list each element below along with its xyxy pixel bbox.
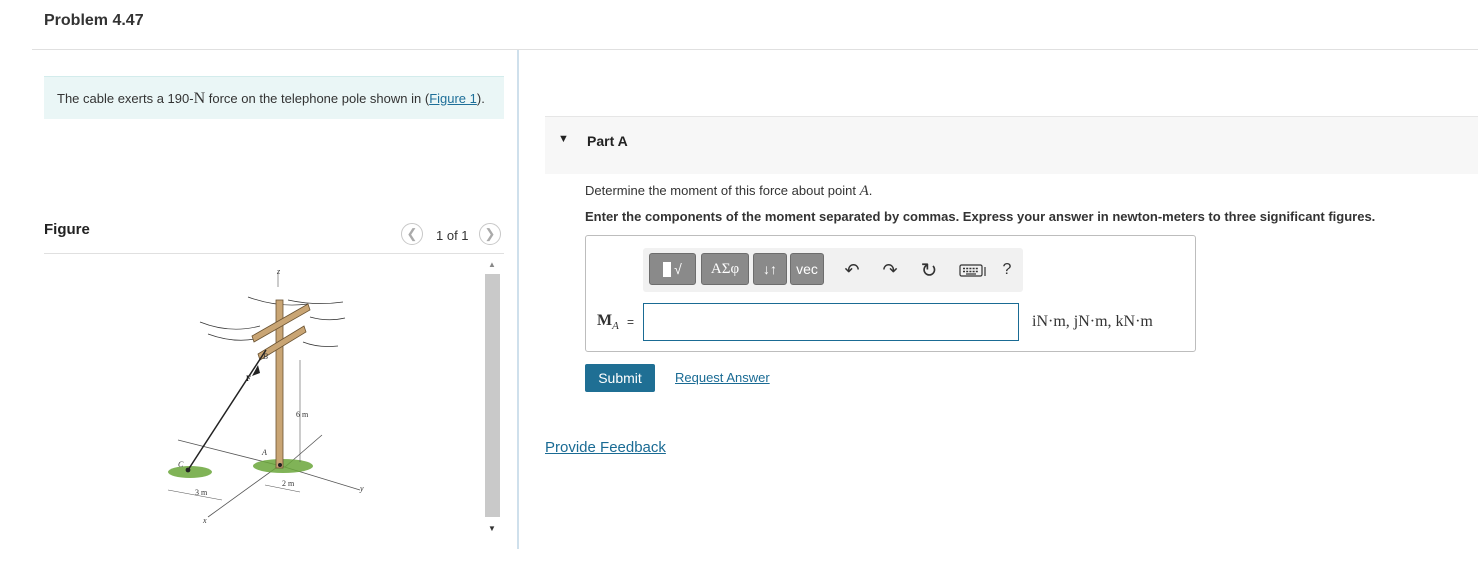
scroll-up-arrow-icon[interactable]: ▲ [484, 257, 500, 271]
point-b-label: B [263, 352, 268, 361]
problem-statement-text: The cable exerts a 190-N force on the te… [57, 90, 485, 108]
redo-icon[interactable]: ↷ [879, 258, 901, 282]
height-dimension-label: 6 m [296, 410, 309, 419]
caret-down-icon[interactable]: ▼ [558, 133, 569, 145]
telephone-pole-figure: z B F A C 6 m 2 m 3 m y x [167, 267, 364, 525]
equals-sign: = [627, 315, 635, 329]
part-a-header[interactable]: ▼ Part A [545, 116, 1478, 174]
vector-button[interactable]: vec [790, 253, 824, 285]
wire [199, 321, 261, 330]
question-text-part: . [868, 183, 873, 198]
chevron-left-icon: ❮ [406, 226, 418, 241]
problem-title: Problem 4.47 [44, 12, 144, 29]
x-axis-line [207, 464, 281, 518]
reset-icon[interactable]: ↻ [917, 258, 941, 282]
statement-text-part: The cable exerts a 190- [57, 91, 194, 106]
wire [309, 316, 346, 321]
force-f-label: F [246, 374, 251, 383]
figure-link[interactable]: Figure 1 [429, 91, 477, 106]
figure-scrollbar[interactable]: ▲ ▼ [484, 257, 500, 539]
arrows-button[interactable]: ↓↑ [753, 253, 787, 285]
next-figure-button[interactable]: ❯ [479, 223, 501, 245]
problem-statement: The cable exerts a 190-N force on the te… [44, 76, 504, 119]
wire [302, 341, 339, 347]
greek-symbols-button[interactable]: ΑΣφ [701, 253, 749, 285]
submit-button[interactable]: Submit [585, 364, 655, 392]
span-c-dimension-label: 3 m [195, 488, 208, 497]
answer-variable-label: MA [597, 312, 619, 332]
figure-heading: Figure [44, 221, 90, 238]
y-axis-label: y [359, 484, 364, 493]
statement-text-part: ). [476, 91, 485, 106]
help-button[interactable]: ? [997, 258, 1017, 282]
answer-entry-panel: √ ΑΣφ ↓↑ vec ↶ ↷ ↻ ? MA = iN·m, jN·m, kN… [585, 235, 1196, 352]
templates-button[interactable]: √ [649, 253, 696, 285]
answer-input[interactable] [643, 303, 1019, 341]
request-answer-link[interactable]: Request Answer [675, 370, 770, 385]
variable-main: M [597, 312, 613, 329]
question-text-part: Determine the moment of this force about… [585, 183, 860, 198]
keyboard-glyph [959, 264, 986, 277]
templates-label: √ [674, 261, 682, 277]
point-a-label: A [261, 448, 267, 457]
scrollbar-thumb[interactable] [485, 274, 500, 517]
statement-text-part: force on the telephone pole shown in ( [205, 91, 430, 106]
pole-base-a [278, 463, 282, 467]
figure-counter: 1 of 1 [436, 228, 469, 243]
point-c-label: C [178, 460, 184, 469]
math-toolbar: √ ΑΣφ ↓↑ vec ↶ ↷ ↻ ? [643, 248, 1023, 292]
span-a-dimension-label: 2 m [282, 479, 295, 488]
scroll-down-arrow-icon[interactable]: ▼ [484, 521, 500, 535]
part-title: Part A [587, 133, 628, 149]
x-axis-label: x [202, 516, 207, 525]
template-square-icon [663, 261, 672, 277]
force-unit-symbol: N [193, 90, 206, 107]
previous-figure-button[interactable]: ❮ [401, 223, 423, 245]
chevron-right-icon: ❯ [484, 226, 496, 241]
column-divider [517, 50, 519, 549]
undo-icon[interactable]: ↶ [841, 258, 863, 282]
answer-instructions: Enter the components of the moment separ… [585, 209, 1376, 224]
keyboard-icon[interactable] [957, 258, 991, 282]
point-symbol: A [859, 183, 869, 199]
figure-divider [44, 253, 504, 254]
z-axis-label: z [276, 267, 281, 276]
provide-feedback-link[interactable]: Provide Feedback [545, 439, 666, 456]
answer-units: iN·m, jN·m, kN·m [1032, 313, 1153, 330]
question-text: Determine the moment of this force about… [585, 183, 872, 200]
wire [287, 299, 344, 304]
anchor-point-c [185, 467, 191, 473]
header-divider [32, 49, 1478, 50]
variable-subscript: A [612, 320, 619, 333]
